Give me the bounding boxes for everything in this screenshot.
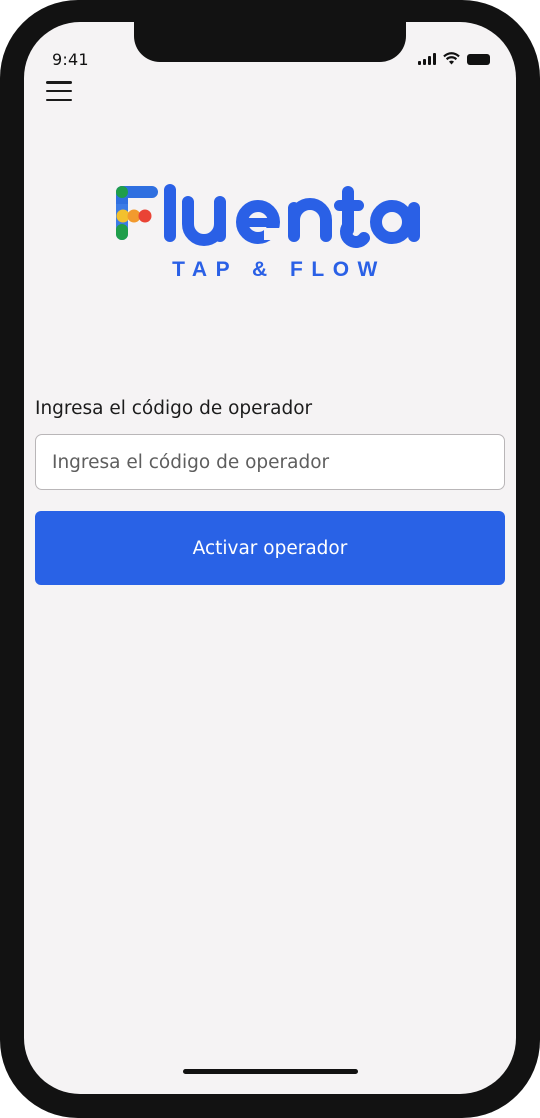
app-screen: 9:41 TAP & FLOW Ingresa el código de ope…: [24, 22, 516, 1094]
activate-operator-button[interactable]: Activar operador: [35, 511, 505, 585]
home-indicator[interactable]: [183, 1069, 358, 1074]
menu-line: [46, 98, 72, 101]
operator-code-label: Ingresa el código de operador: [35, 398, 313, 419]
wifi-icon: [443, 52, 460, 65]
menu-line: [46, 81, 72, 84]
operator-code-input[interactable]: [35, 434, 505, 490]
device-notch: [134, 22, 406, 62]
cellular-signal-icon: [418, 53, 436, 65]
status-icons: [418, 52, 490, 65]
menu-line: [46, 89, 72, 93]
hamburger-menu-icon[interactable]: [46, 80, 72, 102]
status-time: 9:41: [52, 50, 89, 69]
phone-frame: 9:41 TAP & FLOW Ingresa el código de ope…: [0, 0, 540, 1118]
fluenta-wordmark-logo: [116, 184, 420, 248]
brand-tagline: TAP & FLOW: [172, 258, 386, 281]
fluenta-logo: TAP & FLOW: [112, 180, 428, 292]
battery-icon: [467, 54, 490, 65]
